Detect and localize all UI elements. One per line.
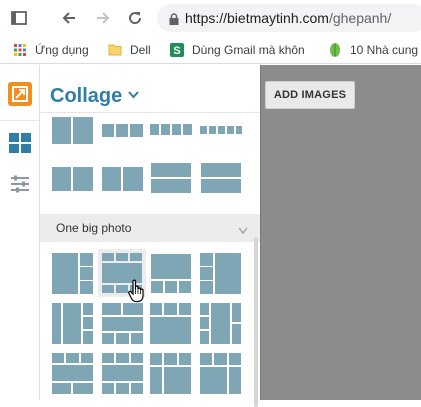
toolbar-divider xyxy=(0,120,39,121)
layout-thumb[interactable] xyxy=(50,251,95,296)
panel-header: Collage xyxy=(40,65,260,113)
svg-text:S: S xyxy=(173,45,180,57)
bookmark-label: Dùng Gmail mà khôn xyxy=(192,43,305,57)
layout-thumb[interactable] xyxy=(198,351,243,396)
app-logo[interactable] xyxy=(8,82,32,106)
collage-canvas[interactable]: ADD IMAGES xyxy=(260,65,421,400)
layout-thumb[interactable] xyxy=(198,301,243,346)
layout-thumb[interactable] xyxy=(148,351,193,396)
layout-panel: Collage One big photo xyxy=(40,65,260,407)
section-label: One big photo xyxy=(56,221,132,235)
layout-grid-icon[interactable] xyxy=(8,132,32,154)
layout-thumb[interactable] xyxy=(148,251,193,296)
layout-thumb[interactable] xyxy=(198,157,243,202)
panel-title[interactable]: Collage xyxy=(50,82,139,108)
layout-thumb[interactable] xyxy=(50,351,95,396)
bookmark-label: 10 Nhà cung c xyxy=(350,43,421,57)
layout-thumb[interactable] xyxy=(50,301,95,346)
layout-thumb[interactable] xyxy=(100,351,145,396)
layout-thumb[interactable] xyxy=(50,117,95,146)
bookmark-gmail-article[interactable]: S Dùng Gmail mà khôn xyxy=(169,41,305,59)
layout-thumb[interactable] xyxy=(148,157,193,202)
reload-button[interactable] xyxy=(124,7,146,29)
forward-button[interactable] xyxy=(92,7,114,29)
window-icon[interactable] xyxy=(8,7,30,29)
leaf-icon xyxy=(327,42,343,58)
bookmarks-bar: Ứng dụng Dell S Dùng Gmail mà khôn 10 Nh… xyxy=(0,36,421,64)
layout-thumb[interactable] xyxy=(198,251,243,296)
bookmark-providers[interactable]: 10 Nhà cung c xyxy=(327,41,421,59)
bookmark-label: Dell xyxy=(130,43,151,57)
lock-icon xyxy=(169,12,179,25)
chevron-down-icon[interactable] xyxy=(238,222,248,235)
back-button[interactable] xyxy=(58,7,80,29)
layout-thumb[interactable] xyxy=(100,157,145,202)
browser-nav-bar: https://bietmaytinh.com/ghepanh/ xyxy=(0,0,421,36)
section-header-one-big-photo[interactable]: One big photo xyxy=(40,214,260,242)
bookmark-label: Ứng dụng xyxy=(35,43,89,57)
chevron-down-icon[interactable] xyxy=(128,82,139,105)
layout-thumb[interactable] xyxy=(148,301,193,346)
sheets-icon: S xyxy=(169,42,185,58)
adjust-sliders-icon[interactable] xyxy=(8,172,32,196)
address-bar[interactable]: https://bietmaytinh.com/ghepanh/ xyxy=(157,4,421,32)
apps-grid-icon xyxy=(12,42,28,58)
layout-thumb[interactable] xyxy=(198,117,243,146)
add-images-button[interactable]: ADD IMAGES xyxy=(265,81,355,109)
layout-thumb[interactable] xyxy=(50,157,95,202)
hand-cursor-icon xyxy=(127,279,147,303)
bookmark-apps[interactable]: Ứng dụng xyxy=(12,41,89,59)
layout-thumb[interactable] xyxy=(100,117,145,146)
folder-icon xyxy=(107,42,123,58)
layout-thumb[interactable] xyxy=(100,301,145,346)
layout-thumb[interactable] xyxy=(148,117,193,146)
bookmark-dell[interactable]: Dell xyxy=(107,41,151,59)
panel-scrollbar[interactable] xyxy=(254,237,258,407)
url-text: https://bietmaytinh.com/ghepanh/ xyxy=(185,10,392,26)
